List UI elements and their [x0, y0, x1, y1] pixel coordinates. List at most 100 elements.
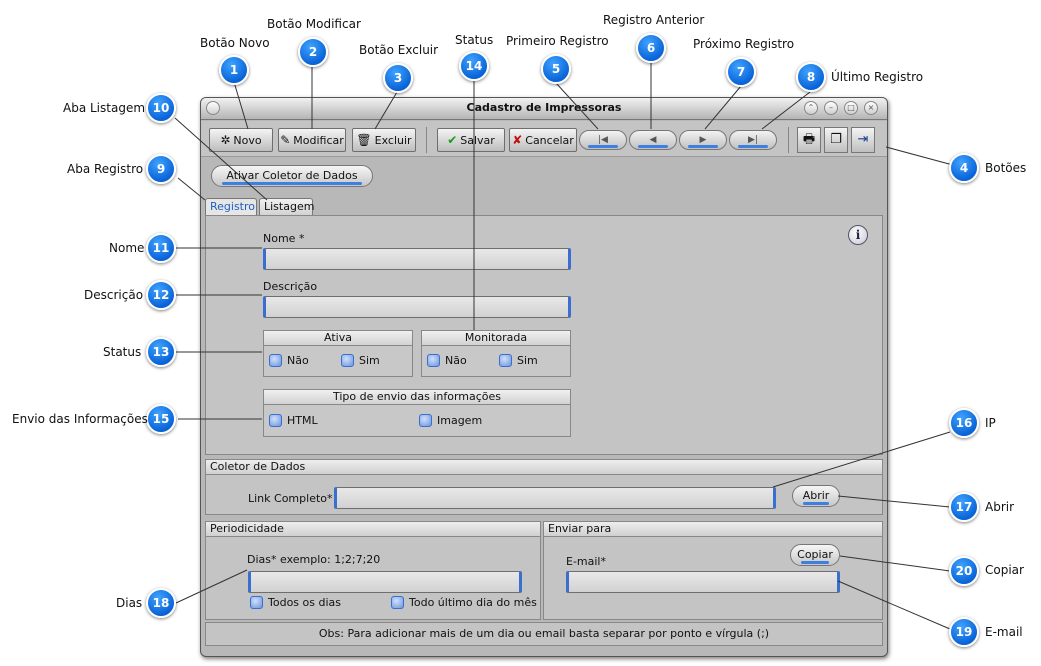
callout-label-5: Primeiro Registro — [506, 34, 609, 48]
link-field[interactable] — [334, 487, 776, 509]
next-record-button[interactable]: ▶ — [679, 130, 727, 150]
novo-label: Novo — [233, 133, 262, 147]
callout-label-8: Último Registro — [831, 70, 924, 84]
exit-button[interactable]: ⇥ — [851, 127, 875, 153]
callout-badge-8: 8 — [796, 62, 826, 92]
dias-field[interactable] — [248, 571, 522, 593]
option-label: Sim — [517, 354, 538, 367]
tab-registro[interactable]: Registro — [205, 198, 257, 216]
email-label: E-mail* — [566, 555, 606, 568]
nome-field[interactable] — [263, 248, 571, 270]
last-record-button[interactable]: ▶| — [729, 130, 777, 150]
callout-badge-13: 13 — [146, 337, 176, 367]
enviar-section: Enviar para Copiar E-mail* — [543, 521, 883, 620]
callout-label-19: E-mail — [985, 625, 1023, 639]
periodicidade-section: Periodicidade Dias* exemplo: 1;2;7;20 To… — [205, 521, 541, 620]
first-record-button[interactable]: |◀ — [579, 130, 627, 150]
ativa-sim-option[interactable]: Sim — [341, 354, 380, 367]
callout-badge-9: 9 — [146, 154, 176, 184]
excluir-label: Excluir — [374, 133, 412, 147]
imagem-option[interactable]: Imagem — [419, 414, 482, 427]
novo-button[interactable]: ✲ Novo — [209, 128, 273, 152]
periodicidade-title: Periodicidade — [206, 522, 540, 537]
monitorada-sim-option[interactable]: Sim — [499, 354, 538, 367]
coletor-section: Coletor de Dados Link Completo* Abrir — [205, 459, 883, 515]
minimize-icon[interactable]: – — [824, 101, 838, 115]
coletor-title: Coletor de Dados — [206, 460, 882, 475]
envio-group: Tipo de envio das informações HTML Image… — [263, 389, 571, 437]
callout-badge-6: 6 — [636, 33, 666, 63]
previous-record-button[interactable]: ◀ — [629, 130, 677, 150]
option-label: HTML — [287, 414, 318, 427]
enviar-title: Enviar para — [544, 522, 882, 537]
maximize-icon[interactable]: □ — [844, 101, 858, 115]
option-label: Imagem — [437, 414, 483, 427]
previous-record-icon: ◀ — [649, 135, 657, 145]
ultimo-dia-option[interactable]: Todo último dia do mês — [391, 596, 537, 609]
callout-label-3: Botão Excluir — [359, 43, 439, 57]
abrir-button[interactable]: Abrir — [792, 485, 840, 507]
cancelar-button[interactable]: ✘ Cancelar — [509, 128, 577, 152]
copy-button[interactable]: ❐ — [824, 127, 848, 153]
monitorada-nao-option[interactable]: Não — [427, 354, 467, 367]
option-label: Todos os dias — [268, 596, 341, 609]
salvar-label: Salvar — [460, 133, 495, 147]
trash-icon: 🗑 — [356, 133, 372, 147]
salvar-button[interactable]: ✔ Salvar — [437, 128, 505, 152]
callout-badge-18: 18 — [146, 588, 176, 618]
callout-label-15: Envio das Informações — [12, 412, 148, 426]
info-icon[interactable]: i — [848, 225, 868, 245]
callout-badge-16: 16 — [949, 408, 979, 438]
ativar-coletor-button[interactable]: Ativar Coletor de Dados — [211, 165, 373, 187]
next-record-icon: ▶ — [699, 135, 707, 145]
copiar-button[interactable]: Copiar — [790, 544, 840, 566]
ativa-group: Ativa Não Sim — [263, 330, 413, 377]
envio-title: Tipo de envio das informações — [264, 390, 570, 405]
callout-badge-1: 1 — [219, 55, 249, 85]
cancelar-label: Cancelar — [525, 133, 574, 147]
exit-icon: ⇥ — [857, 132, 869, 147]
callout-badge-10: 10 — [146, 93, 176, 123]
window-title: Cadastro de Impressoras — [466, 101, 622, 114]
first-record-icon: |◀ — [598, 135, 608, 145]
option-label: Não — [445, 354, 467, 367]
modificar-button[interactable]: ✎ Modificar — [278, 128, 346, 152]
callout-label-2: Botão Modificar — [267, 17, 361, 31]
callout-label-14: Status — [455, 33, 494, 47]
descricao-field[interactable] — [263, 296, 571, 318]
obs-note: Obs: Para adicionar mais de um dia ou em… — [205, 622, 883, 646]
radio-icon — [269, 414, 282, 427]
radio-icon — [419, 414, 432, 427]
callout-badge-19: 19 — [949, 617, 979, 647]
monitorada-title: Monitorada — [422, 331, 570, 346]
html-option[interactable]: HTML — [269, 414, 318, 427]
descricao-label: Descrição — [263, 280, 318, 293]
radio-icon — [269, 354, 282, 367]
close-icon[interactable]: × — [864, 101, 878, 115]
callout-label-18: Dias — [116, 596, 143, 610]
dias-label: Dias* exemplo: 1;2;7;20 — [247, 553, 381, 566]
edit-icon: ✎ — [280, 133, 291, 147]
option-label: Todo último dia do mês — [409, 596, 537, 609]
callout-badge-5: 5 — [541, 54, 571, 84]
tab-listagem[interactable]: Listagem — [259, 198, 314, 216]
excluir-button[interactable]: 🗑 Excluir — [352, 128, 416, 152]
callout-badge-17: 17 — [949, 492, 979, 522]
checkbox-icon — [391, 596, 404, 609]
ativa-nao-option[interactable]: Não — [269, 354, 309, 367]
email-field[interactable] — [566, 571, 840, 593]
todos-os-dias-option[interactable]: Todos os dias — [250, 596, 341, 609]
print-button[interactable]: 🖶 — [797, 127, 821, 153]
callout-label-7: Próximo Registro — [693, 37, 795, 51]
ativa-title: Ativa — [264, 331, 412, 346]
radio-icon — [427, 354, 440, 367]
last-record-icon: ▶| — [748, 135, 758, 145]
restore-icon[interactable]: ⌃ — [804, 101, 818, 115]
callout-label-6: Registro Anterior — [603, 13, 705, 27]
callout-badge-20: 20 — [949, 556, 979, 586]
callout-label-16: IP — [985, 416, 996, 430]
callout-label-11: Nome — [109, 241, 145, 255]
registro-panel: i Nome * Descrição Ativa Não Sim Monitor… — [205, 215, 883, 455]
callout-label-12: Descrição — [84, 288, 144, 302]
link-label: Link Completo* — [248, 492, 333, 505]
